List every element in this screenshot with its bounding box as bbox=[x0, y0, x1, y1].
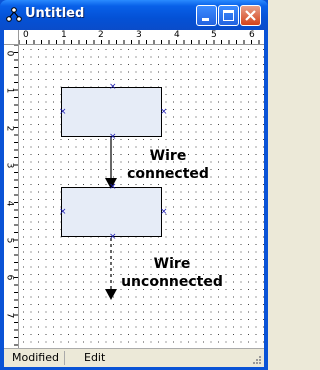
ruler-top-4: 4 bbox=[174, 30, 180, 40]
minimize-icon bbox=[202, 18, 209, 21]
app-window: Untitled 0 1 2 3 4 5 6 0 1 2 3 4 5 6 7 ×… bbox=[0, 0, 268, 370]
ruler-left-2: 2 bbox=[4, 125, 15, 132]
vertical-ruler: 0 1 2 3 4 5 6 7 bbox=[4, 30, 19, 348]
wire-connected-label: Wire connected bbox=[123, 147, 213, 183]
port-bottom-node-top[interactable]: × bbox=[109, 183, 117, 192]
ruler-top-0: 0 bbox=[23, 30, 29, 40]
port-top-node-left[interactable]: × bbox=[59, 108, 67, 117]
status-divider bbox=[64, 351, 65, 365]
horizontal-ruler: 0 1 2 3 4 5 6 bbox=[4, 30, 264, 45]
diagram-canvas[interactable]: × × × × × × × × Wire connected Wire unco… bbox=[19, 45, 264, 348]
status-modified: Modified bbox=[12, 351, 59, 364]
title-bar[interactable]: Untitled bbox=[0, 0, 268, 30]
node-top[interactable] bbox=[61, 87, 162, 137]
port-top-node-right[interactable]: × bbox=[160, 108, 168, 117]
window-title: Untitled bbox=[25, 6, 85, 21]
port-bottom-node-left[interactable]: × bbox=[59, 208, 67, 217]
node-bottom[interactable] bbox=[61, 187, 162, 237]
wire-unconnected-arrowhead bbox=[105, 289, 117, 300]
vertical-ruler-ticks bbox=[14, 44, 18, 346]
ruler-left-0: 0 bbox=[4, 50, 15, 57]
ruler-left-4: 4 bbox=[4, 200, 15, 207]
port-bottom-node-bottom[interactable]: × bbox=[109, 233, 117, 242]
client-area: 0 1 2 3 4 5 6 0 1 2 3 4 5 6 7 × × × × × … bbox=[4, 30, 264, 367]
ruler-left-5: 5 bbox=[4, 237, 15, 244]
ruler-top-3: 3 bbox=[136, 30, 142, 40]
ruler-left-6: 6 bbox=[4, 274, 15, 281]
wire-unconnected-label-line1: Wire bbox=[153, 256, 191, 272]
ruler-top-5: 5 bbox=[211, 30, 217, 40]
ruler-top-6: 6 bbox=[249, 30, 255, 40]
wire-unconnected-label-line2: unconnected bbox=[121, 274, 223, 290]
status-edit: Edit bbox=[84, 351, 106, 364]
ruler-corner bbox=[4, 30, 19, 45]
app-icon bbox=[6, 7, 22, 22]
port-bottom-node-right[interactable]: × bbox=[160, 208, 168, 217]
wire-connected-label-line2: connected bbox=[127, 166, 209, 182]
ruler-left-7: 7 bbox=[4, 312, 15, 319]
status-bar: Modified Edit bbox=[4, 348, 264, 367]
ruler-top-1: 1 bbox=[61, 30, 67, 40]
port-top-node-top[interactable]: × bbox=[109, 83, 117, 92]
ruler-top-2: 2 bbox=[98, 30, 104, 40]
ruler-left-1: 1 bbox=[4, 87, 15, 94]
close-icon bbox=[245, 10, 256, 21]
resize-grip-icon[interactable] bbox=[251, 354, 262, 365]
maximize-button[interactable] bbox=[218, 5, 239, 26]
port-top-node-bottom[interactable]: × bbox=[109, 133, 117, 142]
horizontal-ruler-ticks bbox=[18, 40, 260, 44]
wire-unconnected-label: Wire unconnected bbox=[119, 255, 225, 291]
minimize-button[interactable] bbox=[196, 5, 217, 26]
maximize-icon bbox=[223, 10, 234, 21]
close-button[interactable] bbox=[240, 5, 261, 26]
wire-connected-label-line1: Wire bbox=[149, 148, 187, 164]
ruler-left-3: 3 bbox=[4, 162, 15, 169]
